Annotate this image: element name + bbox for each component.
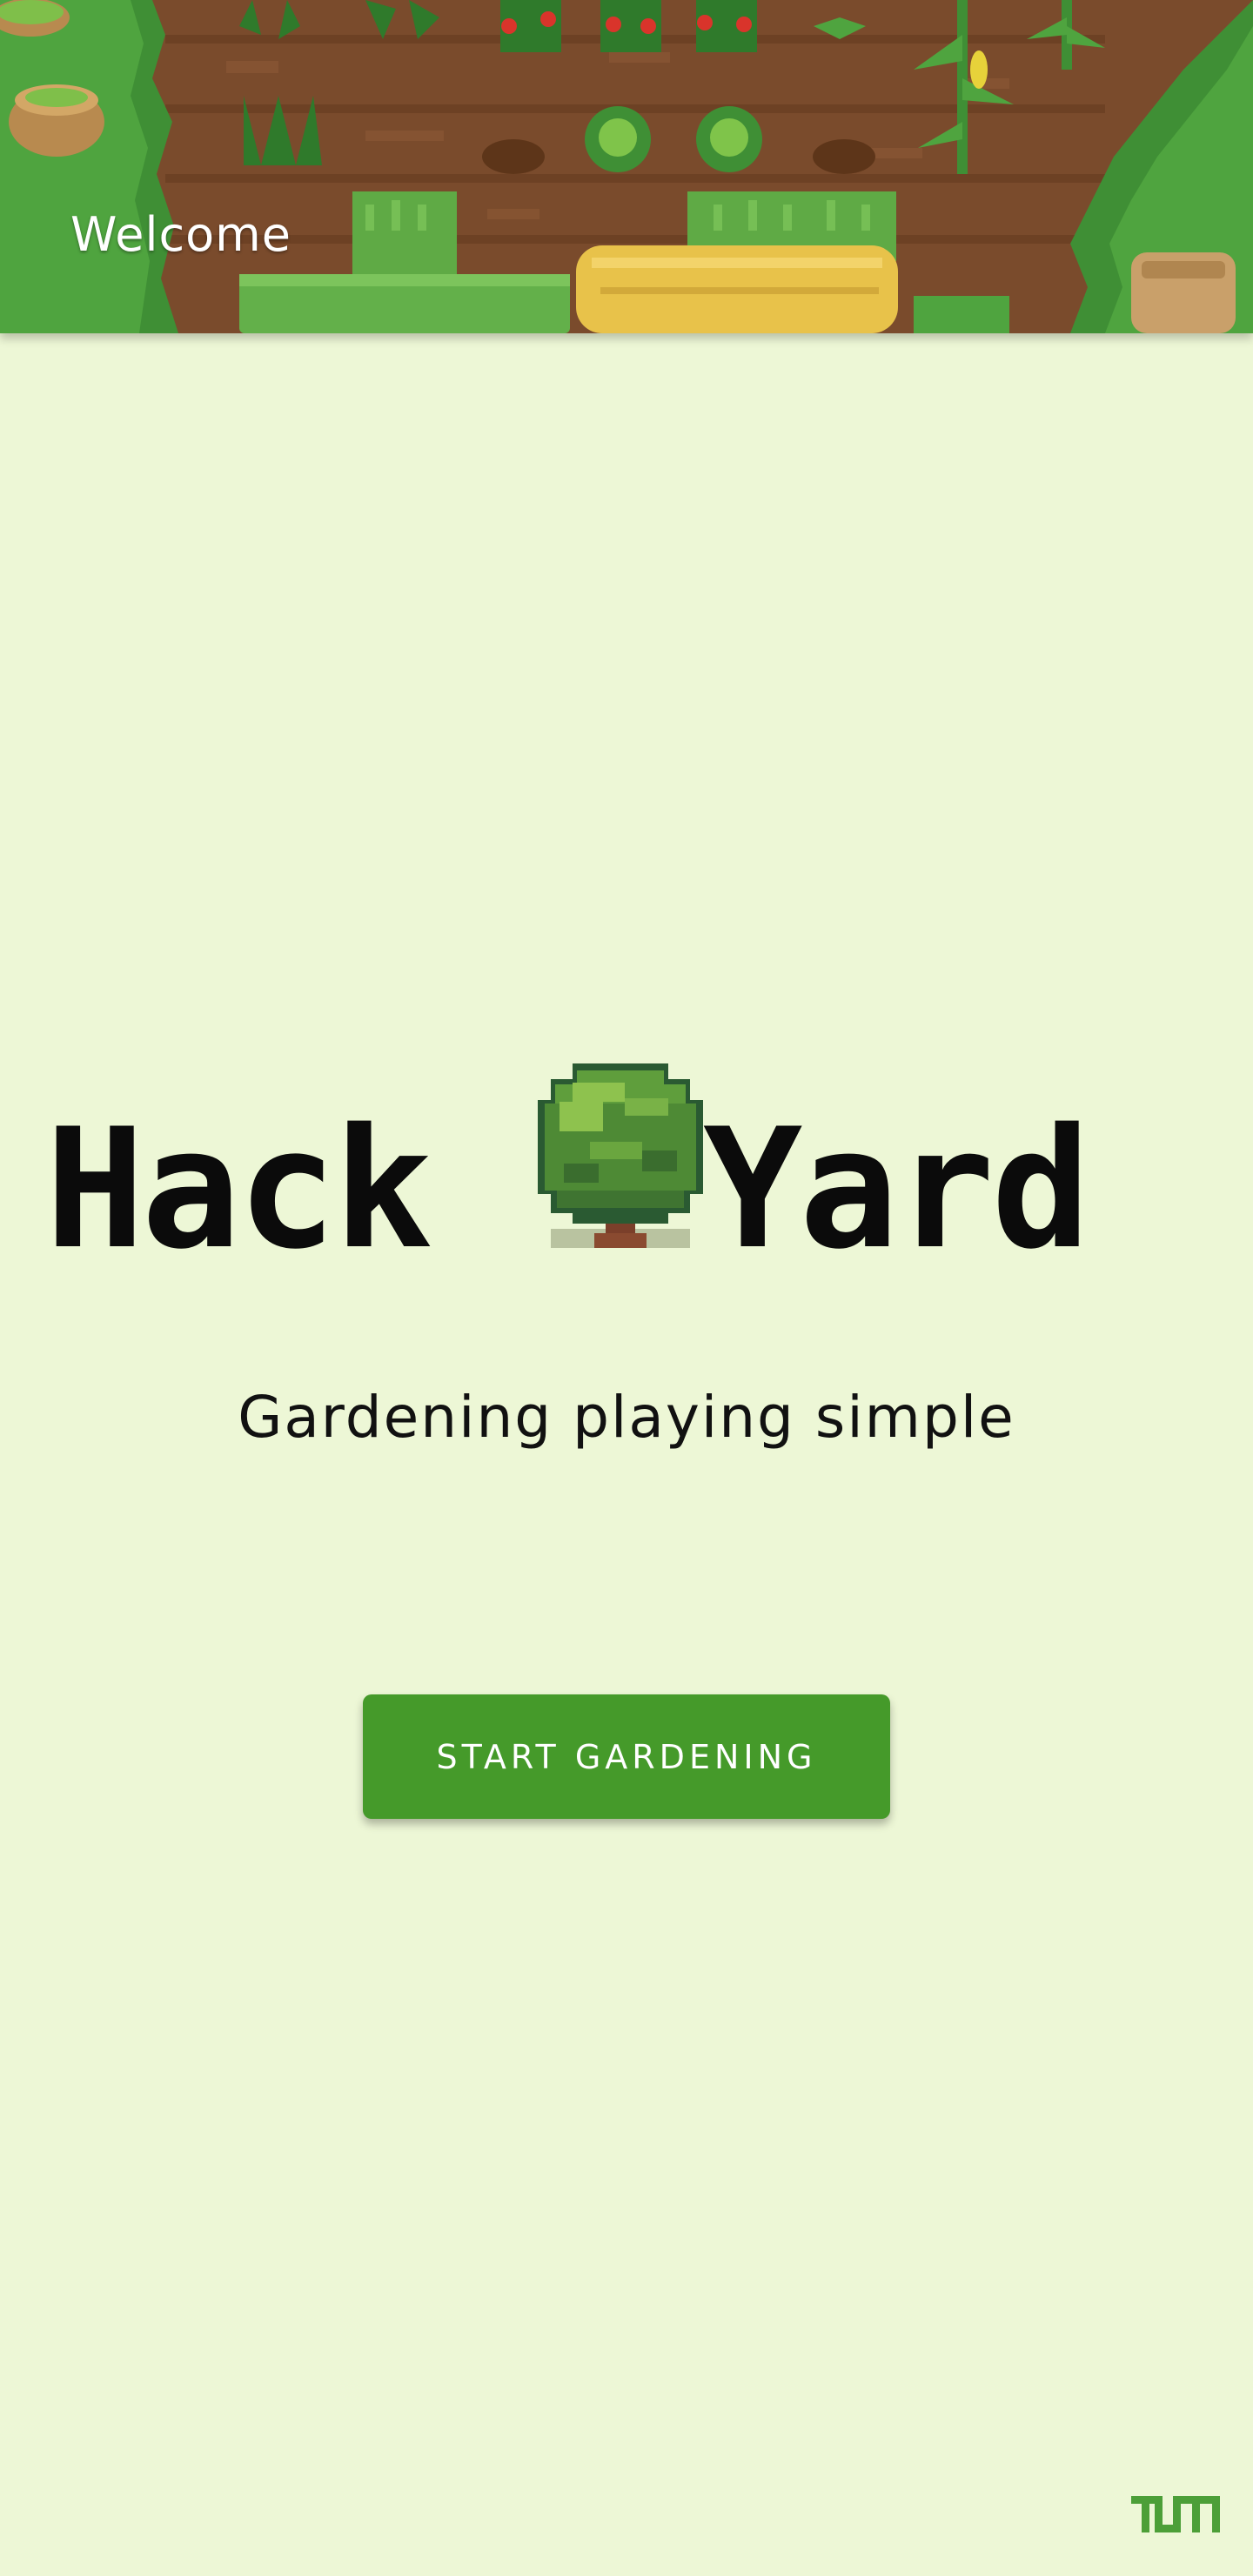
logo-text-left: Hack [45,1093,433,1285]
garden-banner-image [0,0,1253,333]
hackyard-logo: Hack Yard [0,1063,1253,1285]
app-header: Welcome [0,0,1253,333]
start-gardening-button[interactable]: START GARDENING [363,1694,890,1819]
tagline: Gardening playing simple [238,1384,1015,1451]
header-title: Welcome [70,207,292,262]
logo-text-right: Yard [703,1093,1091,1285]
tum-logo-icon [1131,2496,1220,2532]
tree-icon [538,1063,703,1248]
